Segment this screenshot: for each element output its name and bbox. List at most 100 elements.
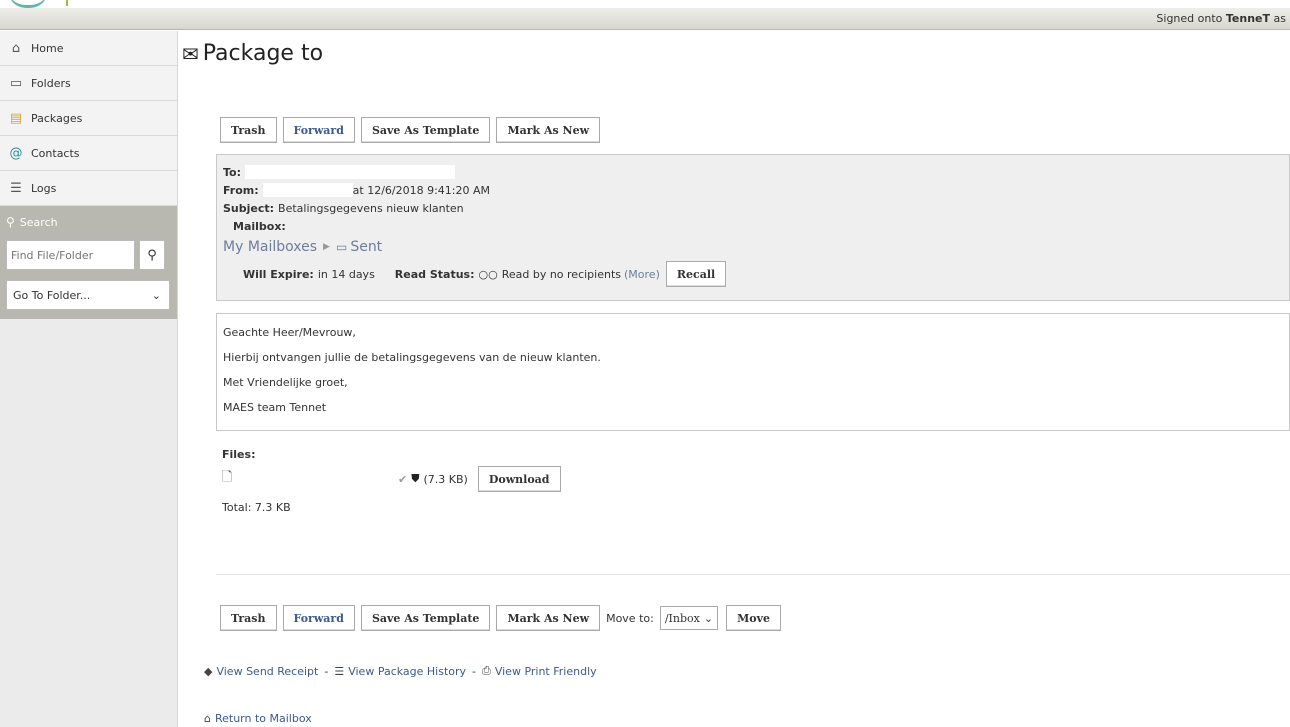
search-icon: ⚲ [6,215,15,229]
package-header: To: From: at 12/6/2018 9:41:20 AM Subject… [216,154,1290,301]
recall-button[interactable]: Recall [665,261,727,287]
view-print-friendly-link[interactable]: View Print Friendly [495,665,597,678]
files-title: Files: [222,447,256,461]
page-title: Package to [202,41,324,66]
from-time: at 12/6/2018 9:41:20 AM [352,183,491,197]
shield-icon: ⛊ [411,472,420,485]
mark-as-new-button[interactable]: Mark As New [496,117,601,143]
logs-icon: ☰ [10,180,22,196]
go-to-folder-label: Go To Folder... [13,288,91,302]
logo [0,0,1290,8]
body-line: MAES team Tennet [223,401,327,414]
file-icon: 🗋 [222,470,233,485]
sidebar-item-contacts[interactable]: @ Contacts [0,136,177,171]
sidebar-item-label: Packages [31,111,83,125]
title-row: ✉ Package to [182,41,323,66]
inbox-icon: ⌂ [204,712,211,725]
view-send-receipt-link[interactable]: View Send Receipt [216,665,318,678]
sidebar-item-label: Folders [31,76,71,90]
search-panel: ⚲ Search ⚲ Go To Folder... ⌄ [0,206,177,319]
folder-icon: ▭ [9,75,23,91]
trash-button[interactable]: Trash [220,605,277,631]
trash-button[interactable]: Trash [220,117,277,143]
signed-suffix: as [1270,12,1286,25]
search-button[interactable]: ⚲ [139,240,165,270]
move-button[interactable]: Move [726,605,781,631]
breadcrumb-sent[interactable]: Sent [350,239,382,255]
sidebar-item-label: Home [31,41,64,55]
chevron-down-icon: ⌄ [703,611,714,625]
separator: - [324,664,329,678]
breadcrumb-my-mailboxes[interactable]: My Mailboxes [223,239,317,255]
files-total: Total: 7.3 KB [222,500,291,514]
from-label: From: [223,183,259,197]
footer-links: ◆ View Send Receipt - ☰ View Package His… [204,664,597,678]
sidebar-item-label: Logs [31,181,57,195]
body-line: Geachte Heer/Mevrouw, [223,326,356,339]
read-status-value: Read by no recipients [501,267,622,281]
print-icon: ⎙ [482,664,491,677]
forward-button[interactable]: Forward [282,605,355,631]
divider [216,574,1290,575]
save-as-template-button[interactable]: Save As Template [360,605,491,631]
signed-prefix: Signed onto [1156,12,1226,25]
verified-check-icon: ✔ [398,472,408,486]
file-meta: ✔ ⛊ (7.3 KB) [398,472,468,486]
body-line: Hierbij ontvangen jullie de betalingsgeg… [223,351,601,364]
main-content: ✉ Package to Trash Forward Save As Templ… [178,31,1290,727]
package-icon: ▤ [9,110,23,126]
logo-mark [66,0,76,6]
move-to-select[interactable]: /Inbox ⌄ [659,606,719,630]
search-icon: ⚲ [147,247,157,263]
sidebar-item-logs[interactable]: ☰ Logs [0,171,177,206]
top-toolbar: Trash Forward Save As Template Mark As N… [220,117,606,143]
bottom-toolbar: Trash Forward Save As Template Mark As N… [220,605,787,631]
home-icon: ⌂ [11,40,21,56]
sidebar-item-folders[interactable]: ▭ Folders [0,66,177,101]
find-file-input[interactable] [6,240,135,270]
view-package-history-link[interactable]: View Package History [348,665,466,678]
from-line: From: at 12/6/2018 9:41:20 AM [223,181,1283,199]
save-as-template-button[interactable]: Save As Template [360,117,491,143]
mark-as-new-button[interactable]: Mark As New [496,605,601,631]
mailbox-label: Mailbox: [233,219,286,233]
return-to-mailbox-link[interactable]: Return to Mailbox [215,712,312,725]
read-status-label: Read Status: [394,267,475,281]
file-row: 🗋 ✔ ⛊ (7.3 KB) Download [222,464,567,494]
to-line: To: [223,163,1283,181]
subject-label: Subject: [223,201,275,215]
separator: - [472,664,477,678]
sidebar-item-packages[interactable]: ▤ Packages [0,101,177,136]
to-label: To: [223,165,241,179]
go-to-folder-select[interactable]: Go To Folder... ⌄ [6,280,170,310]
tag-icon: ◆ [204,664,213,678]
more-link[interactable]: (More) [624,268,660,281]
redacted-sender [262,183,353,197]
envelope-icon: ✉ [182,41,199,66]
top-bar: Signed onto TenneT as [0,8,1290,30]
folder-icon: ▭ [335,240,348,254]
unread-circles-icon: ○○ [478,267,498,281]
chevron-right-icon: ▶ [323,242,330,252]
history-icon: ☰ [334,664,345,678]
sidebar: ⌂ Home ▭ Folders ▤ Packages @ Contacts ☰… [0,31,178,727]
files-section: Files: 🗋 ✔ ⛊ (7.3 KB) Download Total: 7.… [222,444,567,520]
forward-button[interactable]: Forward [282,117,355,143]
return-row: ⌂ Return to Mailbox [204,712,312,725]
subject-line: Subject: Betalingsgegevens nieuw klanten [223,199,1283,217]
expire-label: Will Expire: [243,267,314,281]
chevron-down-icon: ⌄ [151,288,161,302]
status-line: Will Expire: in 14 days Read Status: ○○ … [243,261,1283,287]
subject-value: Betalingsgegevens nieuw klanten [278,201,464,215]
expire-value: in 14 days [317,267,375,281]
mailbox-line: Mailbox: [223,217,1283,235]
redacted-recipient [245,165,455,179]
logo-arc [8,0,48,8]
contacts-icon: @ [9,145,23,161]
body-line: Met Vriendelijke groet, [223,376,348,389]
mailbox-breadcrumb: My Mailboxes ▶ ▭ Sent [223,235,1283,259]
download-button[interactable]: Download [477,466,561,492]
move-to-label: Move to: [606,611,654,625]
signed-on-text: Signed onto TenneT as [1156,12,1286,25]
sidebar-item-home[interactable]: ⌂ Home [0,31,177,66]
